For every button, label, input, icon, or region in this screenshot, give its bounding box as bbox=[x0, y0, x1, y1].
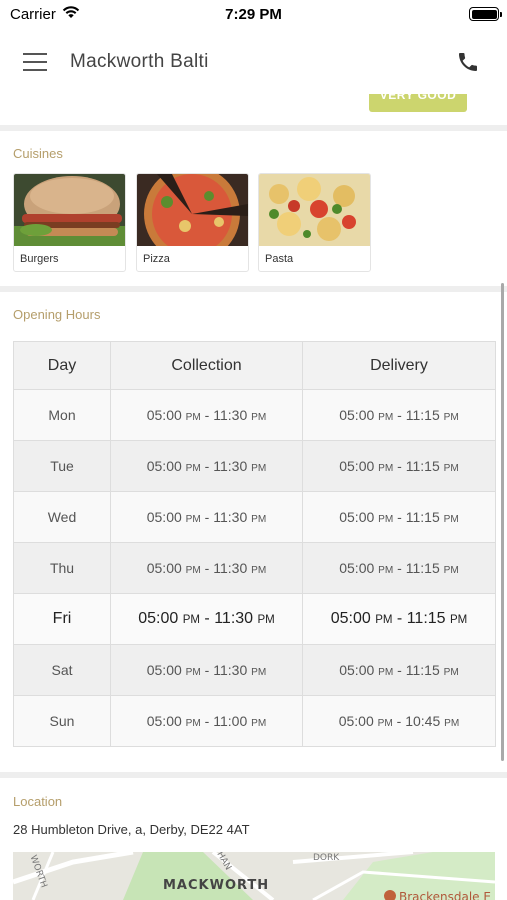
collection-hours-cell: 05:00 PM - 11:30 PM bbox=[110, 389, 303, 441]
delivery-hours-cell: 05:00 PM - 11:15 PM bbox=[302, 491, 496, 543]
day-cell: Tue bbox=[13, 440, 111, 492]
scrollbar-thumb[interactable] bbox=[501, 283, 504, 761]
table-row: Sat 05:00 PM - 11:30 PM 05:00 PM - 11:15… bbox=[13, 644, 496, 696]
day-cell: Wed bbox=[13, 491, 111, 543]
map-road-label: DORK bbox=[313, 853, 340, 863]
column-header-day: Day bbox=[13, 341, 111, 390]
map-area-label: MACKWORTH bbox=[163, 878, 270, 893]
table-header-row: Day Collection Delivery bbox=[13, 341, 496, 390]
app-header: Mackworth Balti bbox=[0, 30, 507, 94]
restaurant-title: Mackworth Balti bbox=[70, 51, 209, 72]
pizza-photo-icon bbox=[137, 174, 248, 246]
status-bar: Carrier 7:29 PM bbox=[0, 0, 507, 30]
location-heading: Location bbox=[13, 794, 63, 809]
burger-photo-icon bbox=[14, 174, 125, 246]
rating-label: VERY GOOD bbox=[379, 94, 457, 102]
table-row-current-day: Fri 05:00 PM - 11:30 PM 05:00 PM - 11:15… bbox=[13, 593, 496, 645]
table-row: Thu 05:00 PM - 11:30 PM 05:00 PM - 11:15… bbox=[13, 542, 496, 594]
battery-icon bbox=[469, 7, 502, 21]
collection-hours-cell: 05:00 PM - 11:30 PM bbox=[110, 644, 303, 696]
location-address: 28 Humbleton Drive, a, Derby, DE22 4AT bbox=[13, 822, 250, 837]
delivery-hours-cell: 05:00 PM - 10:45 PM bbox=[302, 695, 496, 747]
cuisine-card-pizza[interactable]: Pizza bbox=[136, 173, 249, 272]
delivery-hours-cell: 05:00 PM - 11:15 PM bbox=[302, 593, 496, 645]
delivery-hours-cell: 05:00 PM - 11:15 PM bbox=[302, 389, 496, 441]
opening-hours-heading: Opening Hours bbox=[13, 307, 101, 322]
section-divider bbox=[0, 772, 507, 778]
section-divider bbox=[0, 286, 507, 292]
cuisine-card-burgers[interactable]: Burgers bbox=[13, 173, 126, 272]
day-cell: Sat bbox=[13, 644, 111, 696]
column-header-delivery: Delivery bbox=[302, 341, 496, 390]
day-cell: Thu bbox=[13, 542, 111, 594]
collection-hours-cell: 05:00 PM - 11:30 PM bbox=[110, 542, 303, 594]
cuisine-label: Pizza bbox=[143, 253, 170, 265]
collection-hours-cell: 05:00 PM - 11:00 PM bbox=[110, 695, 303, 747]
table-row: Mon 05:00 PM - 11:30 PM 05:00 PM - 11:15… bbox=[13, 389, 496, 441]
day-cell: Mon bbox=[13, 389, 111, 441]
cuisine-label: Burgers bbox=[20, 253, 59, 265]
collection-hours-cell: 05:00 PM - 11:30 PM bbox=[110, 491, 303, 543]
section-divider bbox=[0, 125, 507, 131]
opening-hours-table: Day Collection Delivery Mon 05:00 PM - 1… bbox=[13, 341, 496, 747]
status-time: 7:29 PM bbox=[225, 6, 282, 23]
table-row: Wed 05:00 PM - 11:30 PM 05:00 PM - 11:15… bbox=[13, 491, 496, 543]
phone-icon[interactable] bbox=[456, 50, 480, 74]
cuisine-card-pasta[interactable]: Pasta bbox=[258, 173, 371, 272]
day-cell: Sun bbox=[13, 695, 111, 747]
table-row: Sun 05:00 PM - 11:00 PM 05:00 PM - 10:45… bbox=[13, 695, 496, 747]
location-map[interactable]: WORTH HAN DORK MACKWORTH Brackensdale E bbox=[13, 852, 495, 900]
column-header-collection: Collection bbox=[110, 341, 303, 390]
delivery-hours-cell: 05:00 PM - 11:15 PM bbox=[302, 644, 496, 696]
cuisine-label: Pasta bbox=[265, 253, 294, 265]
pasta-photo-icon bbox=[259, 174, 370, 246]
table-row: Tue 05:00 PM - 11:30 PM 05:00 PM - 11:15… bbox=[13, 440, 496, 492]
delivery-hours-cell: 05:00 PM - 11:15 PM bbox=[302, 440, 496, 492]
map-place-label: Brackensdale E bbox=[399, 890, 491, 900]
day-cell: Fri bbox=[13, 593, 111, 645]
cuisines-heading: Cuisines bbox=[13, 146, 63, 161]
rating-badge: VERY GOOD bbox=[369, 94, 467, 112]
collection-hours-cell: 05:00 PM - 11:30 PM bbox=[110, 593, 303, 645]
collection-hours-cell: 05:00 PM - 11:30 PM bbox=[110, 440, 303, 492]
delivery-hours-cell: 05:00 PM - 11:15 PM bbox=[302, 542, 496, 594]
hamburger-menu-icon[interactable] bbox=[23, 53, 47, 71]
